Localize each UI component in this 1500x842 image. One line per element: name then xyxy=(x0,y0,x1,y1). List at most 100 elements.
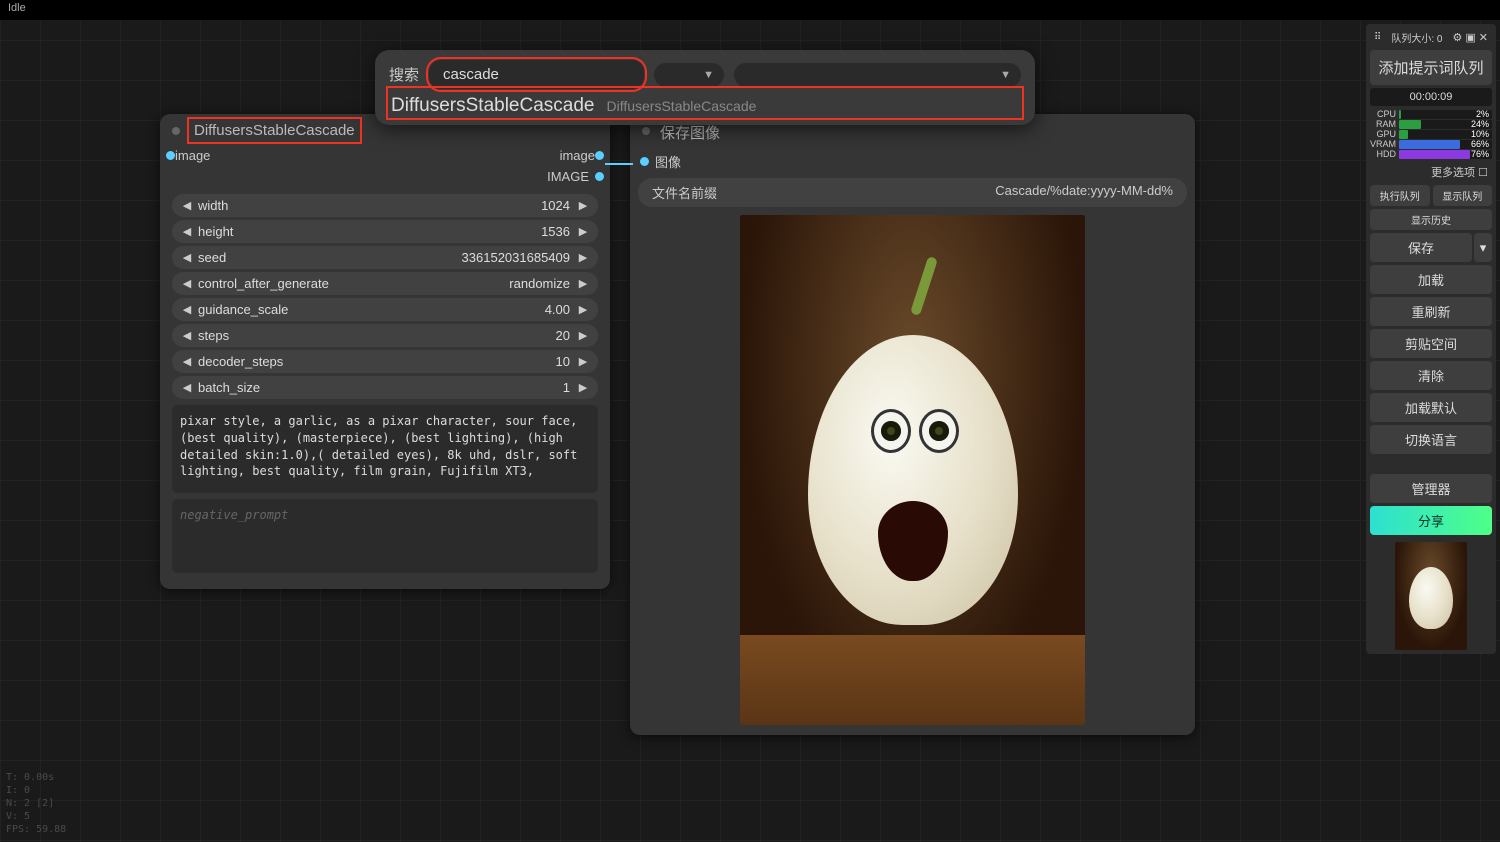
queue-size-label: 队列大小: 0 xyxy=(1391,30,1442,45)
param-height[interactable]: ◀height1536▶ xyxy=(172,220,598,243)
clear-button[interactable]: 清除 xyxy=(1370,361,1492,390)
param-label: decoder_steps xyxy=(198,354,283,369)
port-dot-icon xyxy=(640,157,649,166)
param-seed[interactable]: ◀seed336152031685409▶ xyxy=(172,246,598,269)
meter-label: GPU xyxy=(1370,129,1396,139)
output-port-image[interactable]: image xyxy=(560,148,604,163)
refresh-button[interactable]: 重刷新 xyxy=(1370,297,1492,326)
node-save-image[interactable]: 保存图像 图像 文件名前缀 Cascade/%date:yyyy-MM-dd% xyxy=(630,114,1195,735)
prompt-textarea[interactable]: pixar style, a garlic, as a pixar charac… xyxy=(172,405,598,493)
param-steps[interactable]: ◀steps20▶ xyxy=(172,324,598,347)
search-category-dropdown[interactable]: ▼ xyxy=(654,63,724,87)
decrement-icon[interactable]: ◀ xyxy=(180,277,194,290)
decrement-icon[interactable]: ◀ xyxy=(180,303,194,316)
meter-pct: 66% xyxy=(1471,139,1489,149)
param-label: steps xyxy=(198,328,229,343)
load-button[interactable]: 加载 xyxy=(1370,265,1492,294)
close-icon[interactable]: ✕ xyxy=(1479,31,1488,44)
show-history-button[interactable]: 显示历史 xyxy=(1370,209,1492,230)
negative-prompt-textarea[interactable]: negative_prompt xyxy=(172,499,598,573)
param-guidance_scale[interactable]: ◀guidance_scale4.00▶ xyxy=(172,298,598,321)
node-title-text: DiffusersStableCascade xyxy=(190,120,359,141)
output-port-image-upper[interactable]: IMAGE xyxy=(160,166,610,187)
node-diffusers-stable-cascade[interactable]: DiffusersStableCascade image image IMAGE… xyxy=(160,114,610,589)
load-default-button[interactable]: 加载默认 xyxy=(1370,393,1492,422)
meter-label: CPU xyxy=(1370,109,1396,119)
param-value: 1024 xyxy=(228,198,570,213)
input-port-image[interactable]: image xyxy=(166,148,210,163)
node-body: ◀width1024▶◀height1536▶◀seed336152031685… xyxy=(160,187,610,589)
param-value: 10 xyxy=(283,354,570,369)
enqueue-button[interactable]: 添加提示词队列 xyxy=(1370,50,1492,85)
increment-icon[interactable]: ▶ xyxy=(576,381,590,394)
filename-label: 文件名前缀 xyxy=(652,183,717,202)
increment-icon[interactable]: ▶ xyxy=(576,329,590,342)
filename-prefix-field[interactable]: 文件名前缀 Cascade/%date:yyyy-MM-dd% xyxy=(638,178,1187,207)
param-width[interactable]: ◀ width1024 ▶ xyxy=(172,194,598,217)
param-label: control_after_generate xyxy=(198,276,329,291)
meter-pct: 10% xyxy=(1471,129,1489,139)
increment-icon[interactable]: ▶ xyxy=(576,199,590,212)
output-preview-image[interactable] xyxy=(740,215,1085,725)
decrement-icon[interactable]: ◀ xyxy=(180,329,194,342)
switch-language-button[interactable]: 切换语言 xyxy=(1370,425,1492,454)
search-result-row[interactable]: DiffusersStableCascade DiffusersStableCa… xyxy=(389,89,1021,117)
save-dropdown-button[interactable]: ▾ xyxy=(1474,233,1492,262)
param-control_after_generate[interactable]: ◀ control_after_generaterandomize ▶ xyxy=(172,272,598,295)
decrement-icon[interactable]: ◀ xyxy=(180,251,194,264)
checkbox-icon: ☐ xyxy=(1478,167,1488,179)
meter-pct: 2% xyxy=(1476,109,1489,119)
increment-icon[interactable]: ▶ xyxy=(576,355,590,368)
pin-icon[interactable]: ▣ xyxy=(1465,31,1475,44)
search-filter-dropdown[interactable]: ▼ xyxy=(734,63,1021,87)
port-dot-icon xyxy=(595,151,604,160)
panel-header: ⠿ 队列大小: 0 ⚙ ▣ ✕ xyxy=(1370,28,1492,47)
meter-bar: 66% xyxy=(1399,140,1492,149)
meter-gpu: GPU 10% xyxy=(1370,129,1492,139)
more-options-toggle[interactable]: 更多选项 ☐ xyxy=(1370,162,1492,182)
meter-vram: VRAM 66% xyxy=(1370,139,1492,149)
decrement-icon[interactable]: ◀ xyxy=(180,355,194,368)
input-port-image[interactable]: 图像 xyxy=(630,149,1195,174)
param-value: randomize xyxy=(329,276,570,291)
meter-bar: 76% xyxy=(1399,150,1492,159)
filename-value: Cascade/%date:yyyy-MM-dd% xyxy=(995,183,1173,202)
drag-handle-icon[interactable]: ⠿ xyxy=(1374,32,1381,43)
gear-icon[interactable]: ⚙ xyxy=(1452,31,1462,44)
param-decoder_steps[interactable]: ◀ decoder_steps10 ▶ xyxy=(172,350,598,373)
meter-label: VRAM xyxy=(1370,139,1396,149)
meter-label: RAM xyxy=(1370,119,1396,129)
increment-icon[interactable]: ▶ xyxy=(576,277,590,290)
chevron-down-icon: ▾ xyxy=(1480,240,1487,256)
meter-label: HDD xyxy=(1370,149,1396,159)
share-button[interactable]: 分享 xyxy=(1370,506,1492,535)
timer-display: 00:00:09 xyxy=(1370,88,1492,106)
decrement-icon[interactable]: ◀ xyxy=(180,225,194,238)
meter-bar: 24% xyxy=(1399,120,1492,129)
meter-pct: 24% xyxy=(1471,119,1489,129)
param-batch_size[interactable]: ◀batch_size1▶ xyxy=(172,376,598,399)
manager-button[interactable]: 管理器 xyxy=(1370,474,1492,503)
decrement-icon[interactable]: ◀ xyxy=(180,381,194,394)
save-button[interactable]: 保存 xyxy=(1370,233,1472,262)
clipspace-button[interactable]: 剪贴空间 xyxy=(1370,329,1492,358)
status-bar: Idle xyxy=(0,0,1500,20)
param-label: width xyxy=(198,198,228,213)
meter-ram: RAM 24% xyxy=(1370,119,1492,129)
node-title-text: 保存图像 xyxy=(660,125,720,142)
param-value: 4.00 xyxy=(288,302,570,317)
chevron-down-icon: ▼ xyxy=(703,69,714,81)
decrement-icon[interactable]: ◀ xyxy=(180,199,194,212)
meter-hdd: HDD76% xyxy=(1370,149,1492,159)
param-label: seed xyxy=(198,250,226,265)
exec-queue-button[interactable]: 执行队列 xyxy=(1370,185,1430,206)
show-queue-button[interactable]: 显示队列 xyxy=(1433,185,1493,206)
connection-wire xyxy=(605,163,633,165)
increment-icon[interactable]: ▶ xyxy=(576,303,590,316)
search-input[interactable] xyxy=(429,60,644,89)
status-text: Idle xyxy=(8,2,26,14)
history-thumbnail[interactable] xyxy=(1395,542,1467,650)
meter-bar: 2% xyxy=(1399,110,1492,119)
increment-icon[interactable]: ▶ xyxy=(576,251,590,264)
increment-icon[interactable]: ▶ xyxy=(576,225,590,238)
